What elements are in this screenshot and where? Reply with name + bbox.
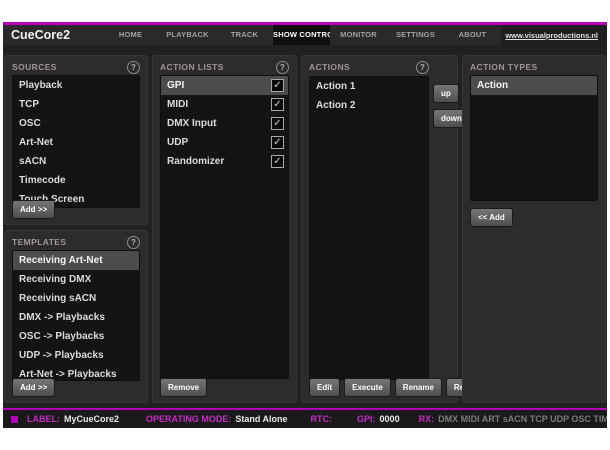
templates-panel-header: TEMPLATES ? [12, 231, 140, 250]
action-list-item[interactable]: GPI ✓ [161, 76, 288, 95]
status-rtc-key: RTC: [311, 414, 333, 424]
sources-list: PlaybackTCPOSCArt-NetsACNTimecodeTouch S… [12, 75, 140, 208]
status-gpi-group: GPI: 0000 [357, 414, 400, 424]
sources-panel: SOURCES ? PlaybackTCPOSCArt-NetsACNTimec… [4, 55, 148, 225]
status-mode-value: Stand Alone [235, 414, 287, 424]
action-list-item-label: MIDI [167, 95, 188, 114]
action-list-item-label: UDP [167, 133, 188, 152]
status-gpi-key: GPI: [357, 414, 376, 424]
app-logo: CueCore2 [3, 25, 102, 45]
status-label-key: LABEL: [27, 414, 60, 424]
source-item[interactable]: Art-Net [13, 133, 139, 152]
actions-title: ACTIONS [309, 62, 350, 72]
sources-title: SOURCES [12, 62, 57, 72]
templates-panel: TEMPLATES ? Receiving Art-NetReceiving D… [4, 230, 148, 403]
templates-list: Receiving Art-NetReceiving DMXReceiving … [12, 250, 140, 381]
vendor-link[interactable]: www.visualproductions.nl [505, 31, 598, 40]
actions-list: Action 1Action 2 [309, 76, 429, 380]
app-window: CueCore2 HOMEPLAYBACKTRACKSHOW CONTROLMO… [3, 22, 607, 428]
template-item[interactable]: DMX -> Playbacks [13, 308, 139, 327]
status-label-group: LABEL: MyCueCore2 [27, 414, 119, 424]
action-types-panel: ACTION TYPES Action << Add [462, 55, 606, 403]
enabled-checkbox[interactable]: ✓ [271, 117, 284, 130]
status-bar: LABEL: MyCueCore2 OPERATING MODE: Stand … [3, 410, 607, 428]
action-item[interactable]: Action 1 [310, 77, 428, 96]
enabled-checkbox[interactable]: ✓ [271, 79, 284, 92]
actions-panel-header: ACTIONS ? [309, 56, 429, 75]
action-execute-button[interactable]: Execute [344, 378, 391, 397]
action-list-item[interactable]: DMX Input ✓ [161, 114, 288, 133]
status-mode-key: OPERATING MODE: [146, 414, 231, 424]
action-types-add-button[interactable]: << Add [470, 208, 513, 227]
action-types-panel-header: ACTION TYPES [470, 56, 598, 75]
sources-panel-header: SOURCES ? [12, 56, 140, 75]
help-icon[interactable]: ? [416, 61, 429, 74]
nav-tabs: HOMEPLAYBACKTRACKSHOW CONTROLMONITORSETT… [102, 25, 501, 45]
tab-monitor[interactable]: MONITOR [330, 25, 387, 45]
status-mode-group: OPERATING MODE: Stand Alone [146, 414, 288, 424]
source-item[interactable]: Playback [13, 76, 139, 95]
source-item[interactable]: Timecode [13, 171, 139, 190]
action-type-item[interactable]: Action [471, 76, 597, 95]
templates-add-button[interactable]: Add >> [12, 378, 55, 397]
action-up-button[interactable]: up [433, 84, 459, 103]
action-types-title: ACTION TYPES [470, 62, 538, 72]
template-item[interactable]: OSC -> Playbacks [13, 327, 139, 346]
action-lists-title: ACTION LISTS [160, 62, 224, 72]
status-rtc-group: RTC: [311, 414, 337, 424]
status-indicator-square [11, 416, 18, 423]
enabled-checkbox[interactable]: ✓ [271, 136, 284, 149]
template-item[interactable]: UDP -> Playbacks [13, 346, 139, 365]
action-lists-remove-button[interactable]: Remove [160, 378, 207, 397]
sources-add-button[interactable]: Add >> [12, 200, 55, 219]
show-control-content: SOURCES ? PlaybackTCPOSCArt-NetsACNTimec… [3, 45, 607, 408]
action-item[interactable]: Action 2 [310, 96, 428, 115]
action-list-item-label: GPI [167, 76, 184, 95]
tab-about[interactable]: ABOUT [444, 25, 501, 45]
status-rx-value: DMX MIDI ART sACN TCP UDP OSC TIMECODE [438, 414, 607, 424]
action-types-list: Action [470, 75, 598, 201]
actions-panel: ACTIONS ? Action 1Action 2 up down EditE… [301, 55, 458, 403]
status-rx-group: RX: DMX MIDI ART sACN TCP UDP OSC TIMECO… [419, 414, 607, 424]
action-list-item[interactable]: UDP ✓ [161, 133, 288, 152]
help-icon[interactable]: ? [276, 61, 289, 74]
action-lists-panel-header: ACTION LISTS ? [160, 56, 289, 75]
action-rename-button[interactable]: Rename [395, 378, 442, 397]
source-item[interactable]: TCP [13, 95, 139, 114]
templates-title: TEMPLATES [12, 237, 66, 247]
enabled-checkbox[interactable]: ✓ [271, 155, 284, 168]
source-item[interactable]: OSC [13, 114, 139, 133]
action-list-item[interactable]: MIDI ✓ [161, 95, 288, 114]
source-item[interactable]: sACN [13, 152, 139, 171]
template-item[interactable]: Receiving DMX [13, 270, 139, 289]
tab-home[interactable]: HOME [102, 25, 159, 45]
action-edit-button[interactable]: Edit [309, 378, 340, 397]
action-lists-list: GPI ✓ MIDI ✓ DMX Input ✓ UDP ✓ Randomizer ✓ [160, 75, 289, 379]
status-label-value: MyCueCore2 [64, 414, 119, 424]
enabled-checkbox[interactable]: ✓ [271, 98, 284, 111]
tab-show-control[interactable]: SHOW CONTROL [273, 25, 330, 45]
template-item[interactable]: Receiving Art-Net [13, 251, 139, 270]
header-bar: CueCore2 HOMEPLAYBACKTRACKSHOW CONTROLMO… [3, 25, 607, 45]
action-list-item-label: DMX Input [167, 114, 216, 133]
status-gpi-value: 0000 [380, 414, 400, 424]
template-item[interactable]: Receiving sACN [13, 289, 139, 308]
help-icon[interactable]: ? [127, 236, 140, 249]
status-rx-key: RX: [419, 414, 435, 424]
tab-track[interactable]: TRACK [216, 25, 273, 45]
help-icon[interactable]: ? [127, 61, 140, 74]
header-link-area: www.visualproductions.nl [501, 25, 607, 45]
tab-settings[interactable]: SETTINGS [387, 25, 444, 45]
action-lists-panel: ACTION LISTS ? GPI✓MIDI✓DMX Input✓UDP✓Ra… [152, 55, 297, 403]
action-list-item-label: Randomizer [167, 152, 224, 171]
action-list-item[interactable]: Randomizer ✓ [161, 152, 288, 171]
tab-playback[interactable]: PLAYBACK [159, 25, 216, 45]
